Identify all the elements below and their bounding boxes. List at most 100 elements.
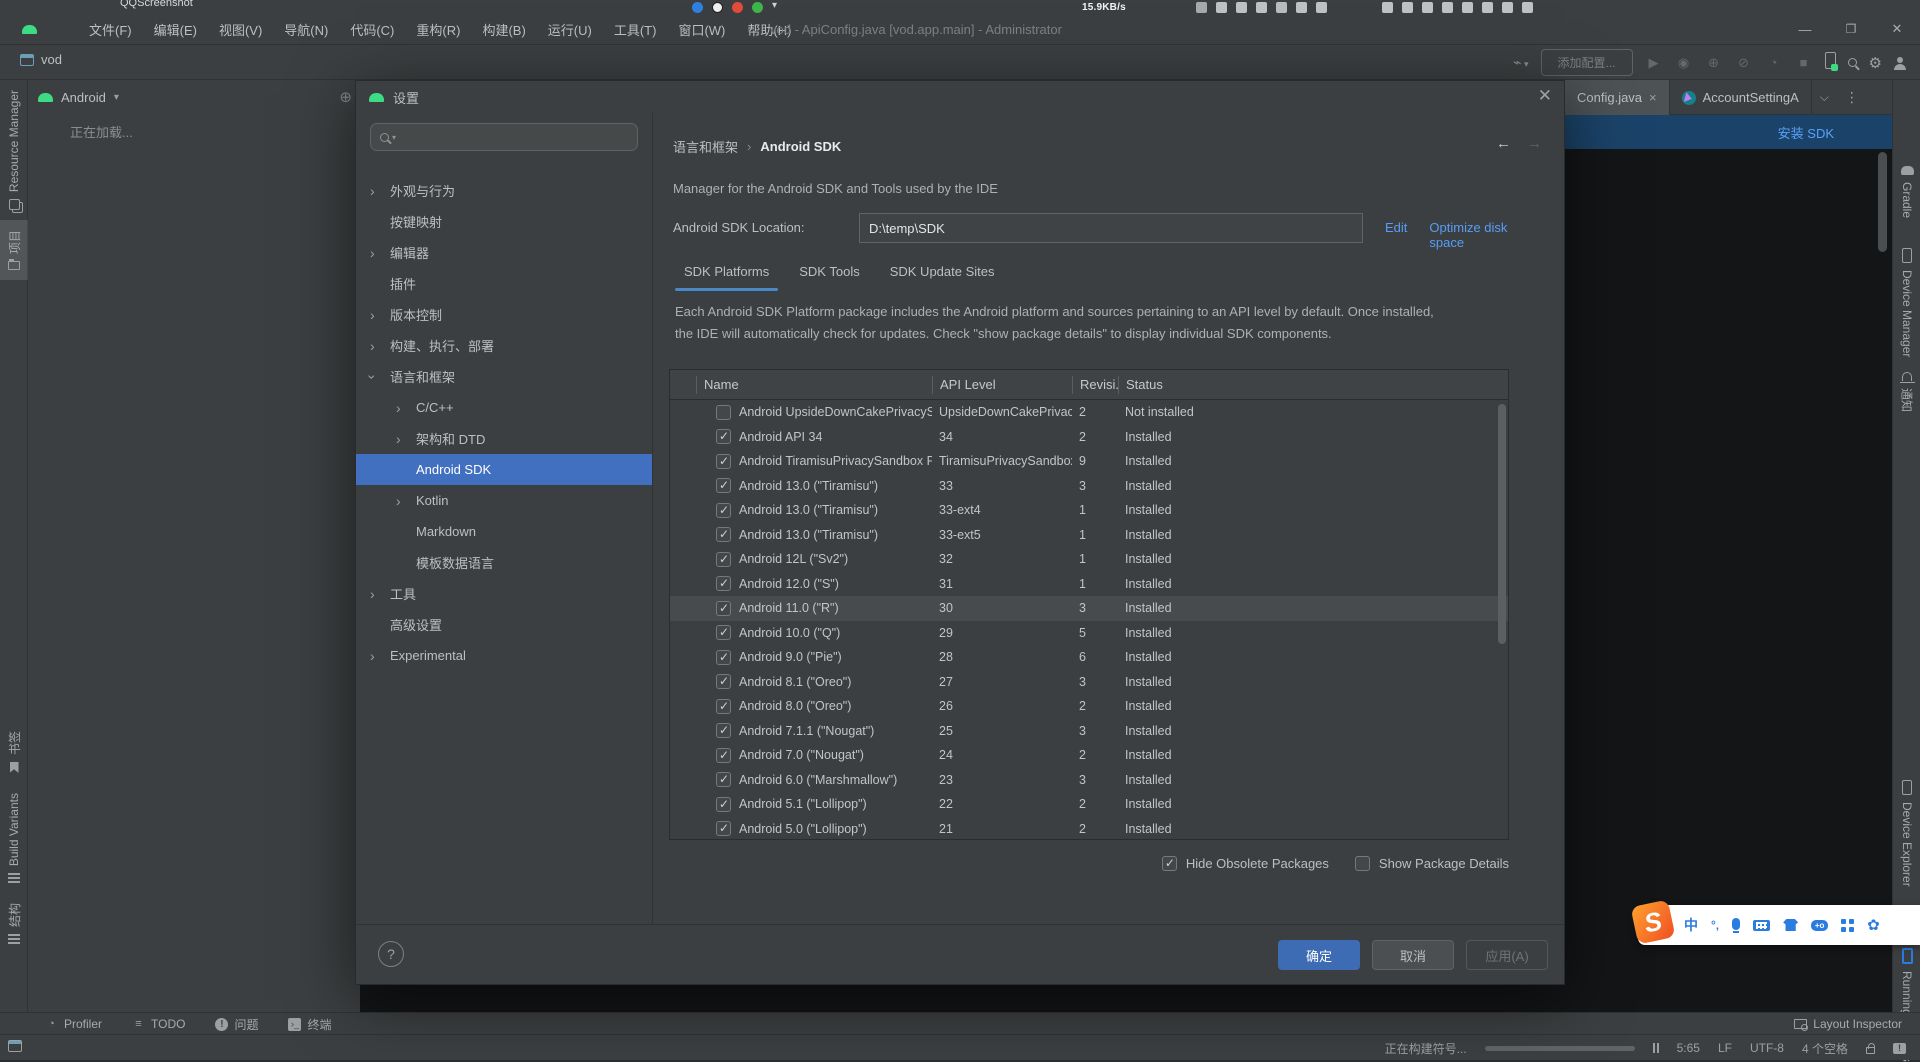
menu-item[interactable]: 重构(R) bbox=[405, 20, 471, 39]
row-checkbox[interactable] bbox=[716, 723, 731, 738]
settings-tree-item[interactable]: Android SDK bbox=[356, 454, 652, 485]
sdk-location-input[interactable]: D:\temp\SDK bbox=[859, 213, 1363, 243]
settings-tree-item[interactable]: 高级设置 bbox=[356, 609, 652, 640]
tool-window-tab-device-manager[interactable]: Device Manager bbox=[1893, 248, 1920, 357]
row-checkbox[interactable] bbox=[716, 625, 731, 640]
menu-item[interactable]: 文件(F) bbox=[78, 20, 143, 39]
editor-tab-accountsetting[interactable]: AccountSettingA bbox=[1670, 80, 1812, 115]
table-row[interactable]: Android 10.0 ("Q") 29 5 Installed bbox=[670, 621, 1508, 646]
settings-tree-item[interactable]: 架构和 DTD bbox=[356, 423, 652, 454]
microphone-icon[interactable] bbox=[1732, 918, 1740, 930]
settings-flower-icon[interactable] bbox=[1867, 916, 1880, 934]
menu-item[interactable]: 工具(T) bbox=[603, 20, 668, 39]
tab-close-icon[interactable] bbox=[1649, 90, 1657, 105]
checkbox[interactable] bbox=[1162, 856, 1177, 871]
row-checkbox[interactable] bbox=[716, 748, 731, 763]
row-checkbox[interactable] bbox=[716, 552, 731, 567]
tool-window-tab-device-explorer[interactable]: Device Explorer bbox=[1893, 780, 1920, 887]
ok-button[interactable]: 确定 bbox=[1278, 940, 1360, 970]
tool-window-tab[interactable]: 问题 bbox=[215, 1016, 258, 1033]
row-checkbox[interactable] bbox=[716, 503, 731, 518]
tool-window-tab[interactable]: Resource Manager bbox=[0, 80, 28, 220]
tool-window-tab[interactable]: Build Variants bbox=[0, 783, 28, 893]
project-widget[interactable]: vod bbox=[20, 52, 62, 67]
settings-tree-item[interactable]: 工具 bbox=[356, 578, 652, 609]
tool-window-toggle-icon[interactable] bbox=[8, 1040, 22, 1052]
option-checkbox-item[interactable]: Show Package Details bbox=[1355, 856, 1509, 871]
row-checkbox[interactable] bbox=[716, 772, 731, 787]
option-checkbox-item[interactable]: Hide Obsolete Packages bbox=[1162, 856, 1329, 871]
column-status[interactable]: Status bbox=[1118, 376, 1508, 394]
menu-item[interactable]: 构建(B) bbox=[471, 20, 536, 39]
tool-window-tab-notifications[interactable]: 通知 bbox=[1893, 372, 1920, 412]
row-checkbox[interactable] bbox=[716, 650, 731, 665]
toolbar-action-icon[interactable] bbox=[1795, 54, 1813, 72]
menu-item[interactable]: 编辑(E) bbox=[143, 20, 208, 39]
row-checkbox[interactable] bbox=[716, 797, 731, 812]
table-row[interactable]: Android 8.1 ("Oreo") 27 3 Installed bbox=[670, 670, 1508, 695]
settings-gear-icon[interactable] bbox=[1869, 54, 1882, 72]
pause-task-icon[interactable] bbox=[1653, 1043, 1659, 1053]
sdk-tab[interactable]: SDK Platforms bbox=[673, 255, 780, 291]
keyboard-icon[interactable] bbox=[1753, 920, 1770, 931]
locate-file-icon[interactable] bbox=[339, 88, 352, 106]
tool-window-tab[interactable]: 书签 bbox=[0, 721, 28, 783]
table-row[interactable]: Android 9.0 ("Pie") 28 6 Installed bbox=[670, 645, 1508, 670]
toolbox-grid-icon[interactable] bbox=[1841, 919, 1846, 924]
table-row[interactable]: Android 12L ("Sv2") 32 1 Installed bbox=[670, 547, 1508, 572]
toolbar-action-icon[interactable] bbox=[1735, 54, 1753, 72]
settings-tree-item[interactable]: C/C++ bbox=[356, 392, 652, 423]
layout-inspector-tab[interactable]: Layout Inspector bbox=[1794, 1013, 1902, 1035]
sdk-tab[interactable]: SDK Tools bbox=[788, 255, 870, 291]
menu-item[interactable]: 导航(N) bbox=[273, 20, 339, 39]
notifications-icon[interactable] bbox=[1893, 1043, 1906, 1054]
settings-tree-item[interactable]: 按键映射 bbox=[356, 206, 652, 237]
search-everywhere-icon[interactable] bbox=[1848, 58, 1857, 67]
device-manager-icon[interactable] bbox=[1825, 52, 1836, 74]
table-row[interactable]: Android API 34 34 2 Installed bbox=[670, 425, 1508, 450]
settings-tree-item[interactable]: 构建、执行、部署 bbox=[356, 330, 652, 361]
punctuation-icon[interactable] bbox=[1711, 918, 1719, 932]
settings-tree-item[interactable]: Kotlin bbox=[356, 485, 652, 516]
row-checkbox[interactable] bbox=[716, 699, 731, 714]
editor-tab-config[interactable]: Config.java bbox=[1565, 80, 1670, 115]
table-scrollbar[interactable] bbox=[1498, 404, 1506, 644]
row-checkbox[interactable] bbox=[716, 454, 731, 469]
tab-options-kebab-icon[interactable] bbox=[1837, 80, 1867, 115]
sogou-logo[interactable] bbox=[1630, 899, 1675, 944]
chinese-mode-indicator[interactable]: 中 bbox=[1684, 915, 1698, 935]
tab-list-chevron-icon[interactable] bbox=[1812, 80, 1837, 115]
optimize-disk-space-link[interactable]: Optimize disk space bbox=[1429, 220, 1544, 250]
toolbar-action-icon[interactable] bbox=[1705, 54, 1723, 72]
table-row[interactable]: Android 7.0 ("Nougat") 24 2 Installed bbox=[670, 743, 1508, 768]
row-checkbox[interactable] bbox=[716, 429, 731, 444]
tool-window-tab-gradle[interactable]: Gradle bbox=[1893, 166, 1920, 218]
table-row[interactable]: Android 13.0 ("Tiramisu") 33-ext4 1 Inst… bbox=[670, 498, 1508, 523]
settings-tree-item[interactable]: 语言和框架 bbox=[356, 361, 652, 392]
toolbar-action-icon[interactable] bbox=[1765, 54, 1783, 72]
cancel-button[interactable]: 取消 bbox=[1372, 940, 1454, 970]
device-dropdown-icon[interactable]: ⌁ bbox=[1513, 54, 1528, 71]
table-row[interactable]: Android 7.1.1 ("Nougat") 25 3 Installed bbox=[670, 719, 1508, 744]
row-checkbox[interactable] bbox=[716, 576, 731, 591]
table-row[interactable]: Android 12.0 ("S") 31 1 Installed bbox=[670, 572, 1508, 597]
table-row[interactable]: Android 13.0 ("Tiramisu") 33 3 Installed bbox=[670, 474, 1508, 499]
menu-item[interactable]: 视图(V) bbox=[208, 20, 273, 39]
menu-item[interactable]: 窗口(W) bbox=[667, 20, 736, 39]
settings-search-input[interactable] bbox=[370, 123, 638, 151]
lock-icon[interactable] bbox=[1866, 1047, 1875, 1054]
settings-tree-item[interactable]: 插件 bbox=[356, 268, 652, 299]
settings-tree-item[interactable]: 版本控制 bbox=[356, 299, 652, 330]
settings-tree-item[interactable]: Experimental bbox=[356, 640, 652, 671]
tool-window-tab[interactable]: 终端 bbox=[288, 1016, 331, 1033]
line-separator[interactable]: LF bbox=[1718, 1041, 1732, 1055]
table-row[interactable]: Android 13.0 ("Tiramisu") 33-ext5 1 Inst… bbox=[670, 523, 1508, 548]
column-api-level[interactable]: API Level bbox=[932, 376, 1072, 394]
row-checkbox[interactable] bbox=[716, 821, 731, 836]
input-pad-icon[interactable] bbox=[1811, 920, 1828, 931]
menu-item[interactable]: 代码(C) bbox=[339, 20, 405, 39]
profile-icon[interactable] bbox=[1894, 57, 1906, 69]
table-row[interactable]: Android 11.0 ("R") 30 3 Installed bbox=[670, 596, 1508, 621]
minimize-icon[interactable] bbox=[1782, 14, 1828, 44]
table-row[interactable]: Android 5.1 ("Lollipop") 22 2 Installed bbox=[670, 792, 1508, 817]
